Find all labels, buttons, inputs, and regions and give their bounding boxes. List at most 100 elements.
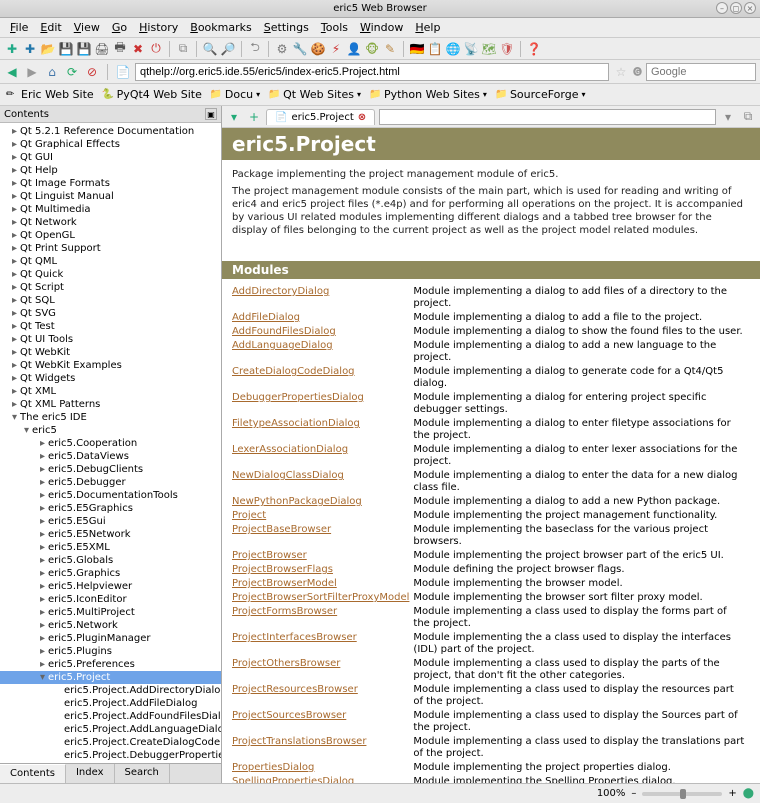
module-link[interactable]: ProjectBrowserSortFilterProxyModel: [232, 592, 409, 603]
module-link[interactable]: SpellingPropertiesDialog: [232, 776, 354, 783]
tree-item[interactable]: eric5.Project.AddFileDialog: [0, 697, 221, 710]
tree-item[interactable]: ▸Qt Quick: [0, 268, 221, 281]
tree-item[interactable]: ▸Qt UI Tools: [0, 333, 221, 346]
tab-list-icon[interactable]: ▾: [226, 109, 242, 125]
module-link[interactable]: DebuggerPropertiesDialog: [232, 392, 364, 403]
status-icon[interactable]: ⬤: [743, 788, 754, 799]
module-link[interactable]: NewPythonPackageDialog: [232, 496, 362, 507]
search-engine-icon[interactable]: 🅖: [633, 65, 642, 78]
tree-item[interactable]: ▸Qt XML Patterns: [0, 398, 221, 411]
tree-item[interactable]: eric5.Project.CreateDialogCodeDialog: [0, 736, 221, 749]
module-link[interactable]: ProjectBrowserFlags: [232, 564, 333, 575]
sidebar-close-button[interactable]: ▣: [205, 108, 217, 120]
tree-item[interactable]: ▸eric5.IconEditor: [0, 593, 221, 606]
menu-tools[interactable]: Tools: [315, 19, 354, 36]
flag-de-icon[interactable]: 🇩🇪: [409, 41, 425, 57]
tree-item[interactable]: ▸Qt Help: [0, 164, 221, 177]
close-tab-icon[interactable]: ✖: [130, 41, 146, 57]
bookmark-eric-web-site[interactable]: ✏Eric Web Site: [6, 88, 94, 101]
contents-tree[interactable]: ▸Qt 5.2.1 Reference Documentation▸Qt Gra…: [0, 123, 221, 763]
module-link[interactable]: ProjectBrowserModel: [232, 578, 337, 589]
tree-item[interactable]: ▸Qt OpenGL: [0, 229, 221, 242]
forward-icon[interactable]: ▶: [24, 64, 40, 80]
menu-bookmarks[interactable]: Bookmarks: [184, 19, 257, 36]
tree-item[interactable]: eric5.Project.AddDirectoryDialog: [0, 684, 221, 697]
edit-icon[interactable]: ✎: [382, 41, 398, 57]
bookmark-python-web-sites[interactable]: 📁Python Web Sites ▾: [369, 88, 487, 101]
flash-icon[interactable]: ⚡: [328, 41, 344, 57]
menu-file[interactable]: File: [4, 19, 34, 36]
add-tab-icon[interactable]: +: [246, 109, 262, 125]
module-link[interactable]: FiletypeAssociationDialog: [232, 418, 360, 429]
bookmark-sourceforge[interactable]: 📁SourceForge ▾: [495, 88, 586, 101]
bookmark-qt-web-sites[interactable]: 📁Qt Web Sites ▾: [268, 88, 361, 101]
module-link[interactable]: AddDirectoryDialog: [232, 286, 329, 297]
menu-view[interactable]: View: [68, 19, 106, 36]
tree-item[interactable]: ▸Qt Graphical Effects: [0, 138, 221, 151]
zoom-out-icon[interactable]: –: [631, 788, 636, 799]
nav-icon[interactable]: ▾: [720, 109, 736, 125]
bookmark-star-icon[interactable]: ☆: [613, 64, 629, 80]
shield-icon[interactable]: 🛡: [499, 41, 515, 57]
tree-item[interactable]: ▸Qt 5.2.1 Reference Documentation: [0, 125, 221, 138]
module-link[interactable]: ProjectBrowser: [232, 550, 307, 561]
module-link[interactable]: ProjectSourcesBrowser: [232, 710, 346, 721]
tree-item[interactable]: ▸eric5.Helpviewer: [0, 580, 221, 593]
module-link[interactable]: LexerAssociationDialog: [232, 444, 348, 455]
greasemonkey-icon[interactable]: 🐵: [364, 41, 380, 57]
tree-item[interactable]: ▸eric5.Globals: [0, 554, 221, 567]
tree-item[interactable]: ▸eric5.E5Gui: [0, 515, 221, 528]
network-icon[interactable]: 🌐: [445, 41, 461, 57]
module-link[interactable]: Project: [232, 510, 266, 521]
tree-item[interactable]: eric5.Project.DebuggerPropertiesDialog: [0, 749, 221, 762]
tree-item[interactable]: ▸Qt Script: [0, 281, 221, 294]
tab-close-icon[interactable]: ⊗: [358, 112, 366, 123]
tree-item[interactable]: ▸eric5.DocumentationTools: [0, 489, 221, 502]
configure-icon[interactable]: ⚙: [274, 41, 290, 57]
module-link[interactable]: AddFileDialog: [232, 312, 300, 323]
manage-icon[interactable]: 🔧: [292, 41, 308, 57]
tree-item[interactable]: ▸eric5.Debugger: [0, 476, 221, 489]
close-button[interactable]: ×: [744, 2, 756, 14]
tree-item[interactable]: ▸Qt SQL: [0, 294, 221, 307]
maximize-button[interactable]: ◻: [730, 2, 742, 14]
tree-item[interactable]: ▸Qt SVG: [0, 307, 221, 320]
tree-item[interactable]: ▾eric5.Project: [0, 671, 221, 684]
personal-icon[interactable]: 👤: [346, 41, 362, 57]
module-link[interactable]: AddLanguageDialog: [232, 340, 333, 351]
menu-help[interactable]: Help: [409, 19, 446, 36]
save-icon[interactable]: 💾: [58, 41, 74, 57]
stop-icon[interactable]: ⊘: [84, 64, 100, 80]
tree-item[interactable]: ▸Qt Network: [0, 216, 221, 229]
tree-item[interactable]: ▸eric5.Preferences: [0, 658, 221, 671]
sidebar-tab-contents[interactable]: Contents: [0, 764, 66, 783]
module-link[interactable]: ProjectInterfacesBrowser: [232, 632, 357, 643]
home-icon[interactable]: ⌂: [44, 64, 60, 80]
tree-item[interactable]: ▸eric5.E5XML: [0, 541, 221, 554]
clipboard-icon[interactable]: 📋: [427, 41, 443, 57]
module-link[interactable]: ProjectResourcesBrowser: [232, 684, 358, 695]
menu-go[interactable]: Go: [106, 19, 133, 36]
module-link[interactable]: CreateDialogCodeDialog: [232, 366, 355, 377]
zoom-slider[interactable]: [642, 792, 722, 796]
module-link[interactable]: AddFoundFilesDialog: [232, 326, 336, 337]
sitemap-icon[interactable]: 🗺: [481, 41, 497, 57]
menu-window[interactable]: Window: [354, 19, 409, 36]
find-next-icon[interactable]: 🔎: [220, 41, 236, 57]
tree-item[interactable]: ▸eric5.E5Network: [0, 528, 221, 541]
sidebar-tab-search[interactable]: Search: [115, 764, 170, 783]
tree-item[interactable]: ▾eric5: [0, 424, 221, 437]
module-link[interactable]: NewDialogClassDialog: [232, 470, 344, 481]
menu-edit[interactable]: Edit: [34, 19, 67, 36]
tree-item[interactable]: ▸eric5.DebugClients: [0, 463, 221, 476]
search-input[interactable]: [646, 63, 756, 81]
save-all-icon[interactable]: 💾: [76, 41, 92, 57]
back-history-icon[interactable]: ⮌: [247, 41, 263, 57]
tree-item[interactable]: ▸eric5.Graphics: [0, 567, 221, 580]
tree-item[interactable]: ▸Qt Image Formats: [0, 177, 221, 190]
reload-icon[interactable]: ⟳: [64, 64, 80, 80]
tree-item[interactable]: ▸eric5.DataViews: [0, 450, 221, 463]
quit-icon[interactable]: ⏻: [148, 41, 164, 57]
minimize-button[interactable]: –: [716, 2, 728, 14]
tree-item[interactable]: ▸eric5.Network: [0, 619, 221, 632]
